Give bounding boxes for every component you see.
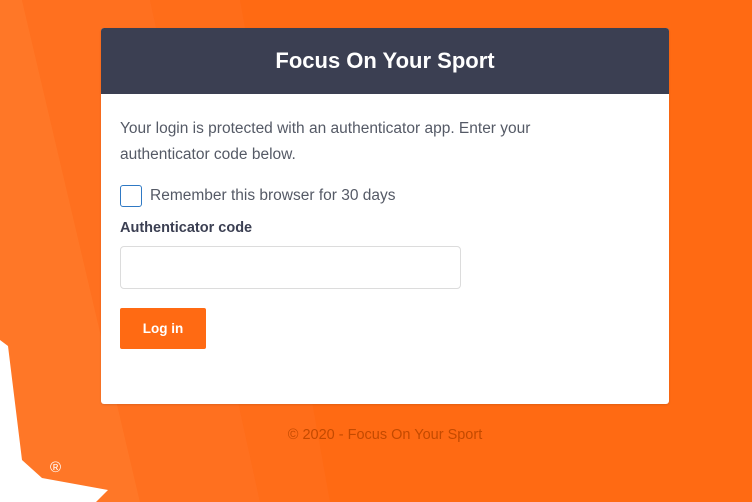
intro-text: Your login is protected with an authenti… [120,120,531,163]
remember-browser-checkbox[interactable] [120,185,142,207]
authenticator-code-input[interactable] [120,246,461,289]
login-card: Focus On Your Sport Your login is protec… [101,28,669,404]
footer-copyright: © 2020 - Focus On Your Sport [287,427,483,443]
remember-browser-label[interactable]: Remember this browser for 30 days [150,187,396,205]
card-header: Focus On Your Sport [101,28,669,94]
remember-browser-row[interactable]: Remember this browser for 30 days [120,185,650,207]
card-body: Your login is protected with an authenti… [101,94,669,349]
login-button[interactable]: Log in [120,308,206,349]
card-title: Focus On Your Sport [275,48,495,73]
registered-mark: ® [50,459,62,476]
authenticator-code-label: Authenticator code [120,220,253,236]
